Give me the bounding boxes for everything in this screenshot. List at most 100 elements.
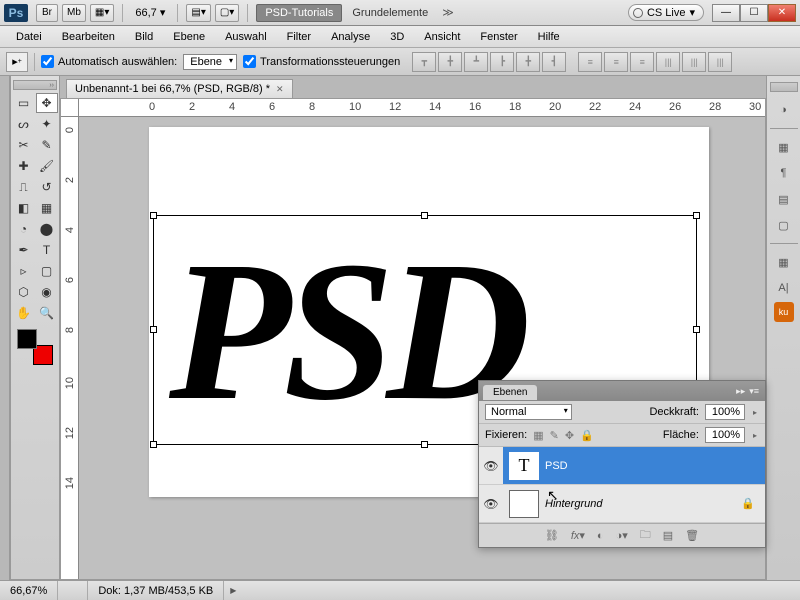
layer-fx-icon[interactable]: fx▾ <box>571 529 585 542</box>
layer-group-icon[interactable]: 🗀 <box>640 526 651 545</box>
status-doc-size[interactable]: Dok: 1,37 MB/453,5 KB <box>88 581 224 600</box>
brush-tool[interactable]: 🖌 <box>36 156 58 176</box>
dock-collapse[interactable] <box>770 82 798 92</box>
menu-fenster[interactable]: Fenster <box>472 29 525 45</box>
layers-tab[interactable]: Ebenen <box>483 385 537 400</box>
history-brush-tool[interactable]: ↺ <box>36 177 58 197</box>
adjustment-layer-icon[interactable]: ◑▾ <box>616 529 628 542</box>
cslive-button[interactable]: CS Live ▾ <box>628 4 704 21</box>
layers-panel-icon[interactable]: ▤ <box>771 187 797 211</box>
dist-bottom-button[interactable]: ≡ <box>630 52 654 72</box>
lock-pixels-icon[interactable]: ✎ <box>550 429 559 442</box>
arrange-button[interactable]: ▤▾ <box>186 4 210 22</box>
handle-mr[interactable] <box>693 326 700 333</box>
type-tool[interactable]: T <box>36 240 58 260</box>
menu-bild[interactable]: Bild <box>127 29 161 45</box>
ruler-vertical[interactable]: 02468101214 <box>61 117 79 579</box>
swatches-panel-icon[interactable]: ▦ <box>771 135 797 159</box>
color-swatches[interactable] <box>17 329 53 365</box>
layer-row[interactable]: 👁 T PSD <box>479 447 765 485</box>
handle-tm[interactable] <box>421 212 428 219</box>
menu-datei[interactable]: Datei <box>8 29 50 45</box>
eraser-tool[interactable]: ◧ <box>13 198 35 218</box>
color-panel-icon[interactable]: ◑ <box>771 98 797 122</box>
3d-camera-tool[interactable]: ◉ <box>36 282 58 302</box>
workspace-active[interactable]: PSD-Tutorials <box>256 4 342 22</box>
layer-thumb[interactable] <box>509 490 539 518</box>
document-tab[interactable]: Unbenannt-1 bei 66,7% (PSD, RGB/8) *✕ <box>66 79 293 98</box>
kuler-panel-icon[interactable]: ku <box>774 302 794 322</box>
menu-analyse[interactable]: Analyse <box>323 29 378 45</box>
opacity-slider-icon[interactable]: ▸ <box>751 408 759 417</box>
heal-tool[interactable]: ✚ <box>13 156 35 176</box>
lock-position-icon[interactable]: ✥ <box>565 429 574 442</box>
gradient-tool[interactable]: ▦ <box>36 198 58 218</box>
handle-tr[interactable] <box>693 212 700 219</box>
3d-tool[interactable]: ⬡ <box>13 282 35 302</box>
paragraph-panel-icon[interactable]: ¶ <box>771 161 797 185</box>
visibility-icon[interactable]: 👁 <box>479 447 503 484</box>
move-tool[interactable]: ✥ <box>36 93 58 113</box>
menu-hilfe[interactable]: Hilfe <box>530 29 568 45</box>
menu-filter[interactable]: Filter <box>279 29 319 45</box>
toolbox-collapse[interactable]: ›› <box>13 80 57 90</box>
character-panel-icon[interactable]: A| <box>771 276 797 300</box>
pen-tool[interactable]: ✒ <box>13 240 35 260</box>
close-doc-icon[interactable]: ✕ <box>276 84 284 95</box>
align-right-button[interactable]: ┫ <box>542 52 566 72</box>
screenmode-button[interactable]: ▢▾ <box>215 4 239 22</box>
workspace-other[interactable]: Grundelemente <box>344 5 436 21</box>
blend-mode-dropdown[interactable]: Normal <box>485 404 572 420</box>
workspace-more-icon[interactable]: ≫ <box>436 6 460 19</box>
dist-right-button[interactable]: ||| <box>708 52 732 72</box>
minimize-button[interactable]: — <box>712 4 740 22</box>
menu-3d[interactable]: 3D <box>382 29 412 45</box>
blur-tool[interactable]: ◔ <box>13 219 35 239</box>
menu-ebene[interactable]: Ebene <box>165 29 213 45</box>
crop-tool[interactable]: ✂ <box>13 135 35 155</box>
zoom-tool[interactable]: 🔍 <box>36 303 58 323</box>
transform-center-icon[interactable]: ✥ <box>419 324 431 336</box>
move-tool-icon[interactable]: ▸+ <box>6 52 28 72</box>
align-top-button[interactable]: ┳ <box>412 52 436 72</box>
visibility-icon[interactable]: 👁 <box>479 497 503 511</box>
hand-tool[interactable]: ✋ <box>13 303 35 323</box>
layer-mask-icon[interactable]: ◐ <box>597 530 604 542</box>
status-menu-icon[interactable]: ▶ <box>224 586 242 595</box>
align-left-button[interactable]: ┣ <box>490 52 514 72</box>
handle-bm[interactable] <box>421 441 428 448</box>
layer-name[interactable]: PSD <box>545 460 765 472</box>
dist-hcenter-button[interactable]: ||| <box>682 52 706 72</box>
lock-all-icon[interactable]: 🔒 <box>580 429 594 442</box>
ruler-horizontal[interactable]: 024681012141618202224262830 <box>79 99 765 117</box>
opacity-field[interactable]: 100% <box>705 404 745 420</box>
rect-marquee-tool[interactable]: ▭ <box>13 93 35 113</box>
layer-name[interactable]: Hintergrund <box>545 498 731 510</box>
eyedropper-tool[interactable]: ✎ <box>36 135 58 155</box>
styles-panel-icon[interactable]: ▢ <box>771 213 797 237</box>
layer-thumb[interactable]: T <box>509 452 539 480</box>
handle-ml[interactable] <box>150 326 157 333</box>
auto-select-checkbox[interactable]: Automatisch auswählen: <box>41 55 177 68</box>
lasso-tool[interactable]: ᔕ <box>13 114 35 134</box>
stamp-tool[interactable]: ⎍ <box>13 177 35 197</box>
handle-tl[interactable] <box>150 212 157 219</box>
align-vcenter-button[interactable]: ╋ <box>438 52 462 72</box>
shape-tool[interactable]: ▢ <box>36 261 58 281</box>
dist-left-button[interactable]: ||| <box>656 52 680 72</box>
fill-slider-icon[interactable]: ▸ <box>751 431 759 440</box>
delete-layer-icon[interactable]: 🗑 <box>685 529 699 542</box>
bridge-button[interactable]: Br <box>36 4 58 22</box>
panel-collapse-icon[interactable]: ▸▸ <box>734 386 747 397</box>
foreground-color-swatch[interactable] <box>17 329 37 349</box>
auto-select-dropdown[interactable]: Ebene <box>183 54 237 70</box>
link-layers-icon[interactable]: ⛓ <box>545 529 559 542</box>
dist-top-button[interactable]: ≡ <box>578 52 602 72</box>
transform-controls-checkbox[interactable]: Transformationssteuerungen <box>243 55 400 68</box>
maximize-button[interactable]: ☐ <box>740 4 768 22</box>
dist-vcenter-button[interactable]: ≡ <box>604 52 628 72</box>
zoom-field[interactable]: 66,7 ▾ <box>129 6 171 19</box>
status-zoom[interactable]: 66,67% <box>0 581 58 600</box>
path-select-tool[interactable]: ▹ <box>13 261 35 281</box>
menu-ansicht[interactable]: Ansicht <box>416 29 468 45</box>
